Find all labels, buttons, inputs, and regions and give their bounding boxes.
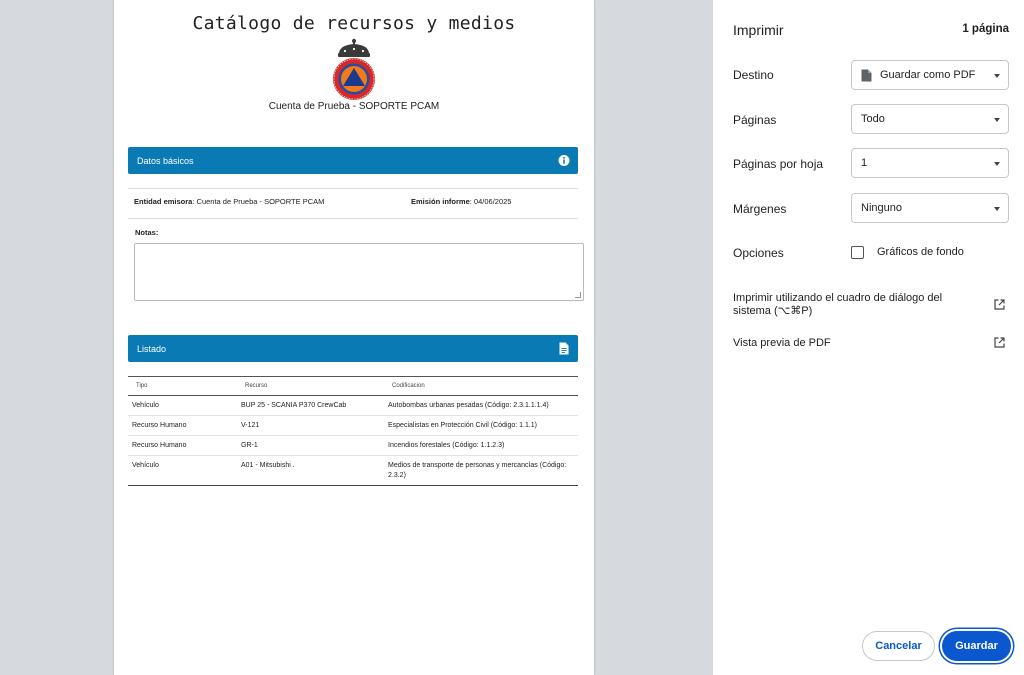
issue-date-field: Emisión informe: 04/06/2025 <box>411 197 511 206</box>
table-header-row: Tipo Recurso Codificacion <box>128 376 578 396</box>
destination-value: Guardar como PDF <box>880 69 976 81</box>
destination-label: Destino <box>733 68 774 82</box>
table-row: Vehículo BUP 25 - SCANIA P370 CrewCab Au… <box>128 395 578 416</box>
pdf-preview-link[interactable]: Vista previa de PDF <box>733 337 831 349</box>
resources-table: Tipo Recurso Codificacion Vehículo BUP 2… <box>128 376 578 486</box>
divider <box>128 218 578 219</box>
table-row: Vehículo A01 - Mitsubishi . Medios de tr… <box>128 455 578 486</box>
resize-grip-icon <box>575 292 581 298</box>
open-in-new-icon[interactable] <box>994 337 1005 348</box>
cell-resource: A01 - Mitsubishi . <box>237 455 384 486</box>
pages-per-sheet-label: Páginas por hoja <box>733 157 824 171</box>
civil-protection-emblem <box>333 38 375 100</box>
document-title: Catálogo de recursos y medios <box>192 13 516 34</box>
info-icon <box>558 155 570 166</box>
margins-value: Ninguno <box>861 202 902 214</box>
cancel-button[interactable]: Cancelar <box>862 631 935 661</box>
column-header-code: Codificacion <box>384 376 578 396</box>
margins-select[interactable]: Ninguno <box>851 193 1009 223</box>
column-header-type: Tipo <box>128 376 237 396</box>
issuer-field: Entidad emisora: Cuenta de Prueba - SOPO… <box>134 197 324 206</box>
table-row: Recurso Humano GR-1 Incendios forestales… <box>128 435 578 456</box>
cell-code: Autobombas urbanas pesadas (Código: 2.3.… <box>384 395 578 416</box>
cell-type: Recurso Humano <box>128 435 237 456</box>
margins-label: Márgenes <box>733 202 787 216</box>
column-header-resource: Recurso <box>237 376 384 396</box>
print-preview-area[interactable]: Catálogo de recursos y medios Cuenta de … <box>0 0 713 675</box>
cell-type: Recurso Humano <box>128 415 237 436</box>
cell-resource: BUP 25 - SCANIA P370 CrewCab <box>237 395 384 416</box>
cell-type: Vehículo <box>128 455 237 486</box>
organization-name: Cuenta de Prueba - SOPORTE PCAM <box>268 101 440 112</box>
cell-type: Vehículo <box>128 395 237 416</box>
cell-code: Incendios forestales (Código: 1.1.2.3) <box>384 435 578 456</box>
document-icon <box>559 342 569 355</box>
print-settings-panel: Imprimir 1 página Destino Guardar como P… <box>713 0 1024 675</box>
file-icon <box>861 69 872 81</box>
table-row: Recurso Humano V-121 Especialistas en Pr… <box>128 415 578 436</box>
panel-title: Imprimir <box>733 22 784 38</box>
open-in-new-icon[interactable] <box>994 299 1005 310</box>
background-graphics-label[interactable]: Gráficos de fondo <box>877 246 964 258</box>
list-section-header: Listado <box>128 335 578 362</box>
issue-date-label: Emisión informe <box>411 197 470 206</box>
chevron-down-icon <box>994 118 1000 122</box>
notes-label: Notas: <box>135 228 159 237</box>
cell-code: Especialistas en Protección Civil (Códig… <box>384 415 578 436</box>
issuer-value: : Cuenta de Prueba - SOPORTE PCAM <box>192 197 325 206</box>
pages-per-sheet-select[interactable]: 1 <box>851 148 1009 178</box>
section-title: Listado <box>137 343 167 354</box>
cell-resource: GR-1 <box>237 435 384 456</box>
pages-select[interactable]: Todo <box>851 104 1009 134</box>
chevron-down-icon <box>994 162 1000 166</box>
system-dialog-link[interactable]: Imprimir utilizando el cuadro de diálogo… <box>733 292 973 318</box>
chevron-down-icon <box>994 74 1000 78</box>
issuer-label: Entidad emisora <box>134 197 193 206</box>
chevron-down-icon <box>994 207 1000 211</box>
cell-code: Medios de transporte de personas y merca… <box>384 455 578 486</box>
notes-textarea <box>134 243 584 301</box>
options-label: Opciones <box>733 246 784 260</box>
basic-data-section-header: Datos básicos <box>128 147 578 174</box>
divider <box>128 188 578 189</box>
document-page: Catálogo de recursos y medios Cuenta de … <box>114 0 594 675</box>
background-graphics-checkbox[interactable] <box>851 246 864 259</box>
cell-resource: V-121 <box>237 415 384 436</box>
pages-value: Todo <box>861 113 885 125</box>
save-button[interactable]: Guardar <box>942 631 1011 661</box>
destination-select[interactable]: Guardar como PDF <box>851 60 1009 90</box>
section-title: Datos básicos <box>137 155 194 166</box>
page-count: 1 página <box>962 23 1009 35</box>
pages-per-sheet-value: 1 <box>861 157 868 169</box>
pages-label: Páginas <box>733 113 777 127</box>
issue-date-value: : 04/06/2025 <box>469 197 512 206</box>
